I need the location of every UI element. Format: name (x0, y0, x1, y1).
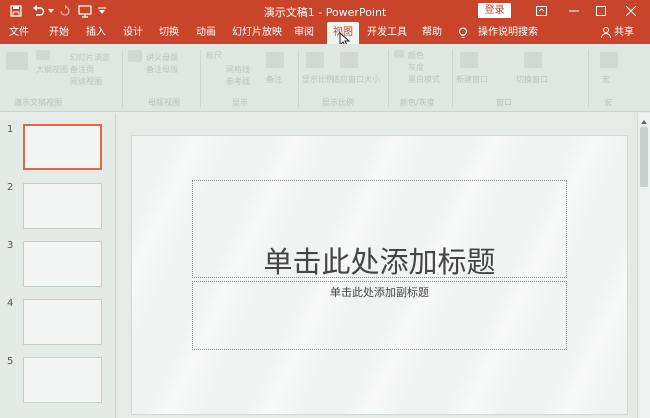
zoom-label[interactable]: 显示比例 (302, 74, 334, 85)
minimize-icon[interactable] (559, 0, 589, 22)
tab-animations[interactable]: 动画 (196, 22, 216, 44)
notes-master-label[interactable]: 备注母版 (146, 64, 178, 75)
share-button[interactable]: 共享 (614, 22, 634, 44)
ribbon-separator (452, 50, 453, 108)
vertical-scrollbar[interactable] (637, 113, 650, 418)
lightbulb-icon (458, 22, 468, 44)
grayscale-label[interactable]: 灰度 (408, 62, 424, 73)
group-window: 窗口 (496, 98, 512, 107)
outline-view-icon[interactable] (36, 50, 50, 60)
guides-checkbox[interactable]: 参考线 (226, 76, 250, 87)
title-bar: 演示文稿1 - PowerPoint 登录 (0, 0, 650, 22)
handout-master-label[interactable]: 讲义母版 (146, 52, 178, 63)
thumbnail-number: 4 (7, 298, 14, 309)
new-window-icon[interactable] (460, 52, 478, 68)
notes-icon[interactable] (266, 52, 284, 68)
ribbon-view: 大纲视图 幻灯片浏览 备注页 阅读视图 演示文稿视图 讲义母版 备注母版 母版视… (0, 44, 650, 112)
notes-label[interactable]: 备注 (266, 74, 282, 85)
close-icon[interactable] (616, 0, 646, 22)
tell-me-search[interactable]: 操作说明搜索 (478, 22, 538, 44)
group-macros: 宏 (604, 98, 612, 107)
slide-thumbnail-2[interactable] (23, 183, 102, 229)
tab-review[interactable]: 审阅 (294, 22, 314, 44)
slide-sorter-label[interactable]: 幻灯片浏览 (70, 52, 110, 63)
group-master-views: 母版视图 (148, 98, 180, 107)
tab-design[interactable]: 设计 (123, 22, 143, 44)
group-show: 显示 (232, 98, 248, 107)
ribbon-separator (122, 50, 123, 108)
tab-home[interactable]: 开始 (49, 22, 69, 44)
tab-insert[interactable]: 插入 (86, 22, 106, 44)
tab-developer[interactable]: 开发工具 (367, 22, 407, 44)
ribbon-display-options-icon[interactable] (526, 0, 556, 22)
tab-file[interactable]: 文件 (9, 22, 29, 44)
ribbon-separator (388, 50, 389, 108)
thumbnail-number: 1 (7, 124, 14, 135)
slide-thumbnail-1[interactable] (23, 124, 102, 170)
macros-icon[interactable] (600, 52, 618, 68)
scroll-up-icon[interactable] (638, 113, 650, 125)
fit-window-icon[interactable] (340, 52, 358, 68)
ruler-checkbox[interactable]: 标尺 (206, 50, 222, 61)
ribbon-tabs: 文件 开始 插入 设计 切换 动画 幻灯片放映 审阅 视图 开发工具 帮助 操作… (0, 22, 650, 44)
subtitle-placeholder[interactable]: 单击此处添加副标题 (192, 281, 567, 350)
switch-windows-label[interactable]: 切换窗口 (516, 74, 548, 85)
title-placeholder[interactable]: 单击此处添加标题 (192, 180, 567, 279)
subtitle-placeholder-text: 单击此处添加副标题 (330, 286, 429, 299)
scroll-thumb[interactable] (640, 127, 648, 187)
thumbnail-number: 3 (7, 240, 14, 251)
black-white-label[interactable]: 黑白模式 (408, 74, 440, 85)
zoom-icon[interactable] (306, 52, 324, 68)
fit-window-label[interactable]: 适应窗口大小 (332, 74, 380, 85)
ribbon-separator (588, 50, 589, 108)
tab-help[interactable]: 帮助 (422, 22, 442, 44)
group-presentation-views: 演示文稿视图 (14, 98, 62, 107)
ribbon-separator (298, 50, 299, 108)
tab-slideshow[interactable]: 幻灯片放映 (232, 22, 282, 44)
outline-view-label[interactable]: 大纲视图 (36, 64, 68, 75)
slide-thumbnail-3[interactable] (23, 241, 102, 287)
group-color-grayscale: 颜色/灰度 (400, 98, 435, 107)
color-label[interactable]: 颜色 (408, 50, 424, 61)
thumbnail-number: 5 (7, 356, 14, 367)
group-zoom: 显示比例 (322, 98, 354, 107)
slide-master-icon[interactable] (128, 50, 142, 62)
reading-view-label[interactable]: 阅读视图 (70, 76, 102, 87)
slide-thumbnail-5[interactable] (23, 357, 102, 403)
color-icon[interactable] (394, 50, 404, 58)
thumbnail-number: 2 (7, 182, 14, 193)
person-icon[interactable] (601, 22, 611, 44)
new-window-label[interactable]: 新建窗口 (456, 74, 488, 85)
login-button[interactable]: 登录 (478, 3, 511, 18)
tab-transitions[interactable]: 切换 (159, 22, 179, 44)
slide-thumbnail-4[interactable] (23, 299, 102, 345)
ribbon-separator (200, 50, 201, 108)
maximize-icon[interactable] (586, 0, 616, 22)
notes-page-label[interactable]: 备注页 (70, 64, 94, 75)
gridlines-checkbox[interactable]: 网格线 (226, 64, 250, 75)
switch-windows-icon[interactable] (524, 52, 542, 68)
title-placeholder-text: 单击此处添加标题 (263, 245, 496, 279)
macros-label[interactable]: 宏 (602, 74, 610, 85)
normal-view-icon[interactable] (6, 52, 28, 70)
